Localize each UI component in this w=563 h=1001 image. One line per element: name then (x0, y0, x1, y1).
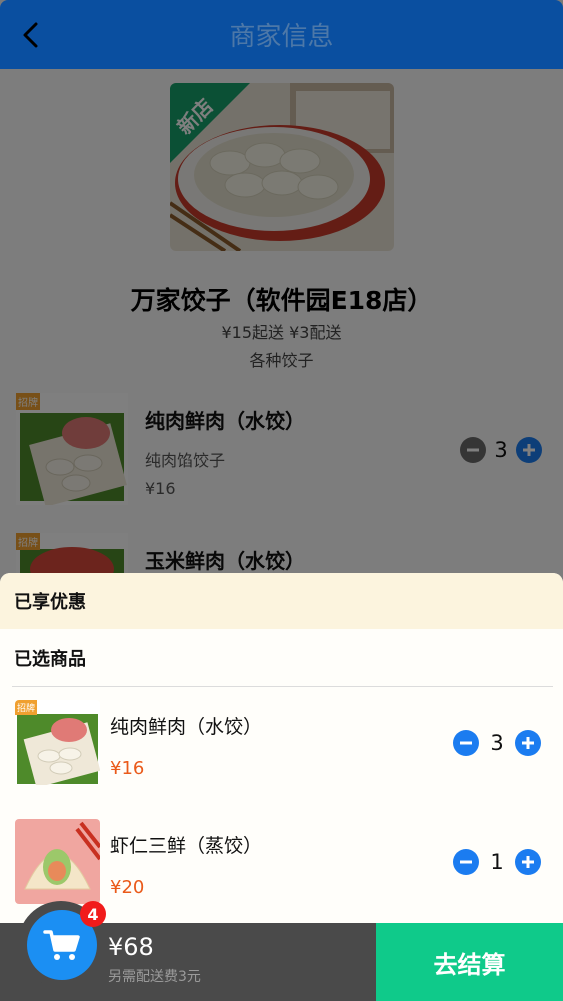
back-button[interactable] (14, 18, 48, 52)
plus-icon (522, 856, 534, 868)
minus-icon (460, 860, 472, 864)
decrease-button[interactable] (453, 730, 479, 756)
promotion-header: 已享优惠 (0, 573, 563, 629)
cart-item: 招牌 纯肉鲜肉（水饺） ¥16 3 (0, 700, 563, 790)
checkout-button[interactable]: 去结算 (376, 923, 563, 1001)
page-title: 商家信息 (229, 22, 334, 52)
chevron-left-icon (23, 22, 38, 48)
signature-tag: 招牌 (15, 700, 38, 715)
dish-image: 招牌 (15, 700, 100, 785)
divider (12, 686, 553, 687)
cart-item-name: 纯肉鲜肉（水饺） (110, 716, 263, 738)
increase-button[interactable] (515, 849, 541, 875)
cart-count-badge: 4 (80, 901, 106, 927)
cart-item-name: 虾仁三鲜（蒸饺） (110, 835, 263, 857)
cart-item-price: ¥16 (110, 758, 145, 779)
shopping-cart-icon (43, 930, 80, 960)
quantity-stepper: 1 (453, 849, 541, 875)
selected-items-header: 已选商品 (14, 648, 86, 670)
cart-panel: 已享优惠 已选商品 招牌 纯肉鲜肉（水饺） ¥16 3 虾仁三鲜（蒸饺） ¥20… (0, 573, 563, 923)
increase-button[interactable] (515, 730, 541, 756)
plus-icon (522, 737, 534, 749)
cart-item: 虾仁三鲜（蒸饺） ¥20 1 (0, 819, 563, 909)
quantity-stepper: 3 (453, 730, 541, 756)
cart-total: ¥68 (108, 933, 154, 961)
quantity-value: 1 (490, 850, 504, 874)
decrease-button[interactable] (453, 849, 479, 875)
minus-icon (460, 741, 472, 745)
dish-image (15, 819, 100, 904)
quantity-value: 3 (490, 731, 504, 755)
top-bar: 商家信息 (0, 0, 563, 69)
cart-item-price: ¥20 (110, 877, 145, 898)
delivery-fee-note: 另需配送费3元 (108, 969, 201, 985)
